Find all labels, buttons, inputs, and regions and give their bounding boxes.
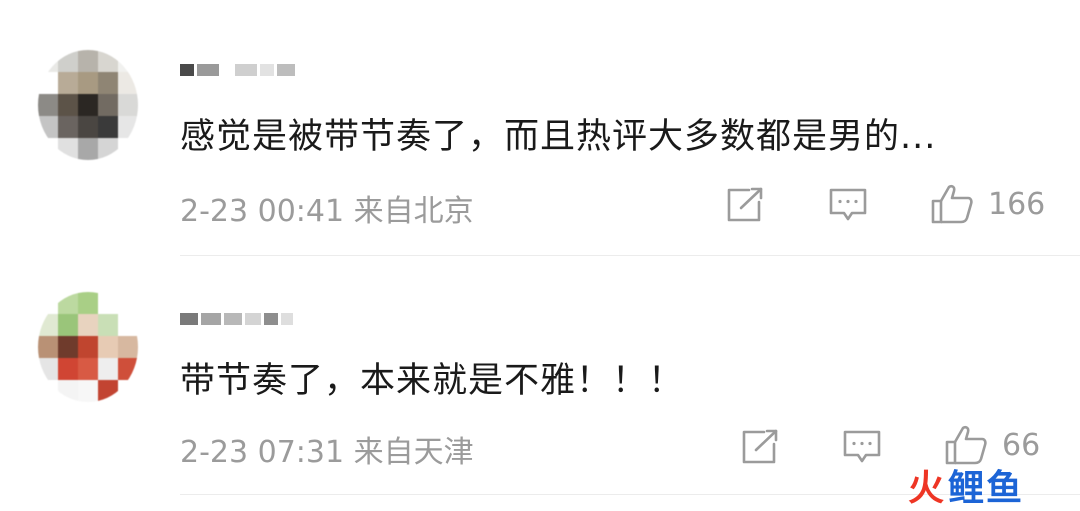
comment-icon — [843, 430, 881, 463]
avatar-mosaic-tile — [118, 358, 138, 380]
comment-location: 来自北京 — [353, 194, 474, 229]
avatar[interactable] — [38, 292, 138, 402]
avatar-mosaic-tile — [98, 116, 118, 138]
avatar-mosaic-tile — [38, 72, 58, 94]
avatar-mosaic-tile — [98, 138, 118, 160]
avatar-mosaic-tile — [58, 50, 78, 72]
share-button[interactable] — [740, 428, 780, 466]
username-blurred[interactable] — [180, 311, 293, 327]
avatar-mosaic-tile — [78, 314, 98, 336]
avatar-mosaic-tile — [58, 72, 78, 94]
avatar-mosaic-tile — [78, 380, 98, 402]
avatar-mosaic-tile — [38, 314, 58, 336]
comment-time: 2-23 07:31 — [180, 435, 345, 470]
watermark-logo: 火 鲤鱼 — [908, 459, 1024, 511]
avatar-mosaic-tile — [38, 358, 58, 380]
avatar-mosaic-tile — [118, 72, 138, 94]
comment-icon — [829, 188, 867, 221]
avatar-mosaic-tile — [118, 94, 138, 116]
watermark-fire: 火 — [908, 468, 945, 509]
comment-text: 感觉是被带节奏了，而且热评大多数都是男的... — [180, 117, 937, 157]
avatar-mosaic-tile — [58, 292, 78, 314]
comment-time: 2-23 00:41 — [180, 194, 345, 229]
avatar-mosaic-tile — [38, 116, 58, 138]
avatar-mosaic-tile — [58, 336, 78, 358]
reply-button[interactable] — [828, 186, 868, 224]
comment-text: 带节奏了，本来就是不雅！！！ — [180, 361, 685, 401]
avatar-mosaic-tile — [98, 314, 118, 336]
avatar-mosaic-tile — [38, 292, 58, 314]
avatar-mosaic-tile — [98, 50, 118, 72]
avatar-mosaic-tile — [78, 292, 98, 314]
avatar-mosaic-tile — [118, 292, 138, 314]
avatar-mosaic-tile — [118, 116, 138, 138]
avatar-mosaic-tile — [118, 314, 138, 336]
avatar-mosaic-tile — [78, 358, 98, 380]
avatar-mosaic-tile — [38, 50, 58, 72]
avatar-mosaic-tile — [58, 380, 78, 402]
avatar-mosaic-tile — [98, 72, 118, 94]
comment-meta: 2-23 00:41 来自北京 — [180, 186, 474, 230]
share-icon — [727, 187, 763, 222]
avatar-mosaic-tile — [58, 138, 78, 160]
share-icon — [742, 429, 778, 464]
avatar-mosaic-tile — [98, 380, 118, 402]
avatar-mosaic-tile — [118, 336, 138, 358]
avatar-mosaic-tile — [98, 336, 118, 358]
username-blurred[interactable] — [180, 62, 295, 78]
avatar-mosaic-tile — [78, 336, 98, 358]
avatar-mosaic-tile — [78, 50, 98, 72]
avatar-mosaic-tile — [98, 292, 118, 314]
avatar-mosaic-tile — [38, 138, 58, 160]
avatar-mosaic-tile — [78, 116, 98, 138]
comment-location: 来自天津 — [353, 435, 474, 470]
avatar-mosaic-tile — [98, 358, 118, 380]
like-count: 66 — [1002, 427, 1041, 463]
avatar-mosaic-tile — [58, 358, 78, 380]
avatar-mosaic-tile — [118, 138, 138, 160]
avatar-mosaic-tile — [58, 116, 78, 138]
share-button[interactable] — [725, 186, 765, 224]
avatar-mosaic-tile — [78, 138, 98, 160]
avatar[interactable] — [38, 50, 138, 160]
avatar-mosaic-tile — [58, 314, 78, 336]
avatar-mosaic-tile — [118, 50, 138, 72]
avatar-mosaic-tile — [38, 380, 58, 402]
avatar-mosaic-tile — [58, 94, 78, 116]
watermark-word: 鲤鱼 — [948, 468, 1025, 509]
like-count: 166 — [988, 186, 1046, 222]
like-button[interactable]: 166 — [930, 183, 1045, 225]
avatar-mosaic-tile — [98, 94, 118, 116]
avatar-mosaic-tile — [38, 336, 58, 358]
comment-item: 感觉是被带节奏了，而且热评大多数都是男的... 2-23 00:41 来自北京 … — [0, 0, 1080, 256]
comment-meta: 2-23 07:31 来自天津 — [180, 427, 474, 471]
thumbs-up-icon — [931, 184, 973, 224]
avatar-mosaic-tile — [38, 94, 58, 116]
reply-button[interactable] — [842, 428, 882, 466]
avatar-mosaic-tile — [78, 94, 98, 116]
avatar-mosaic-tile — [78, 72, 98, 94]
avatar-mosaic-tile — [118, 380, 138, 402]
